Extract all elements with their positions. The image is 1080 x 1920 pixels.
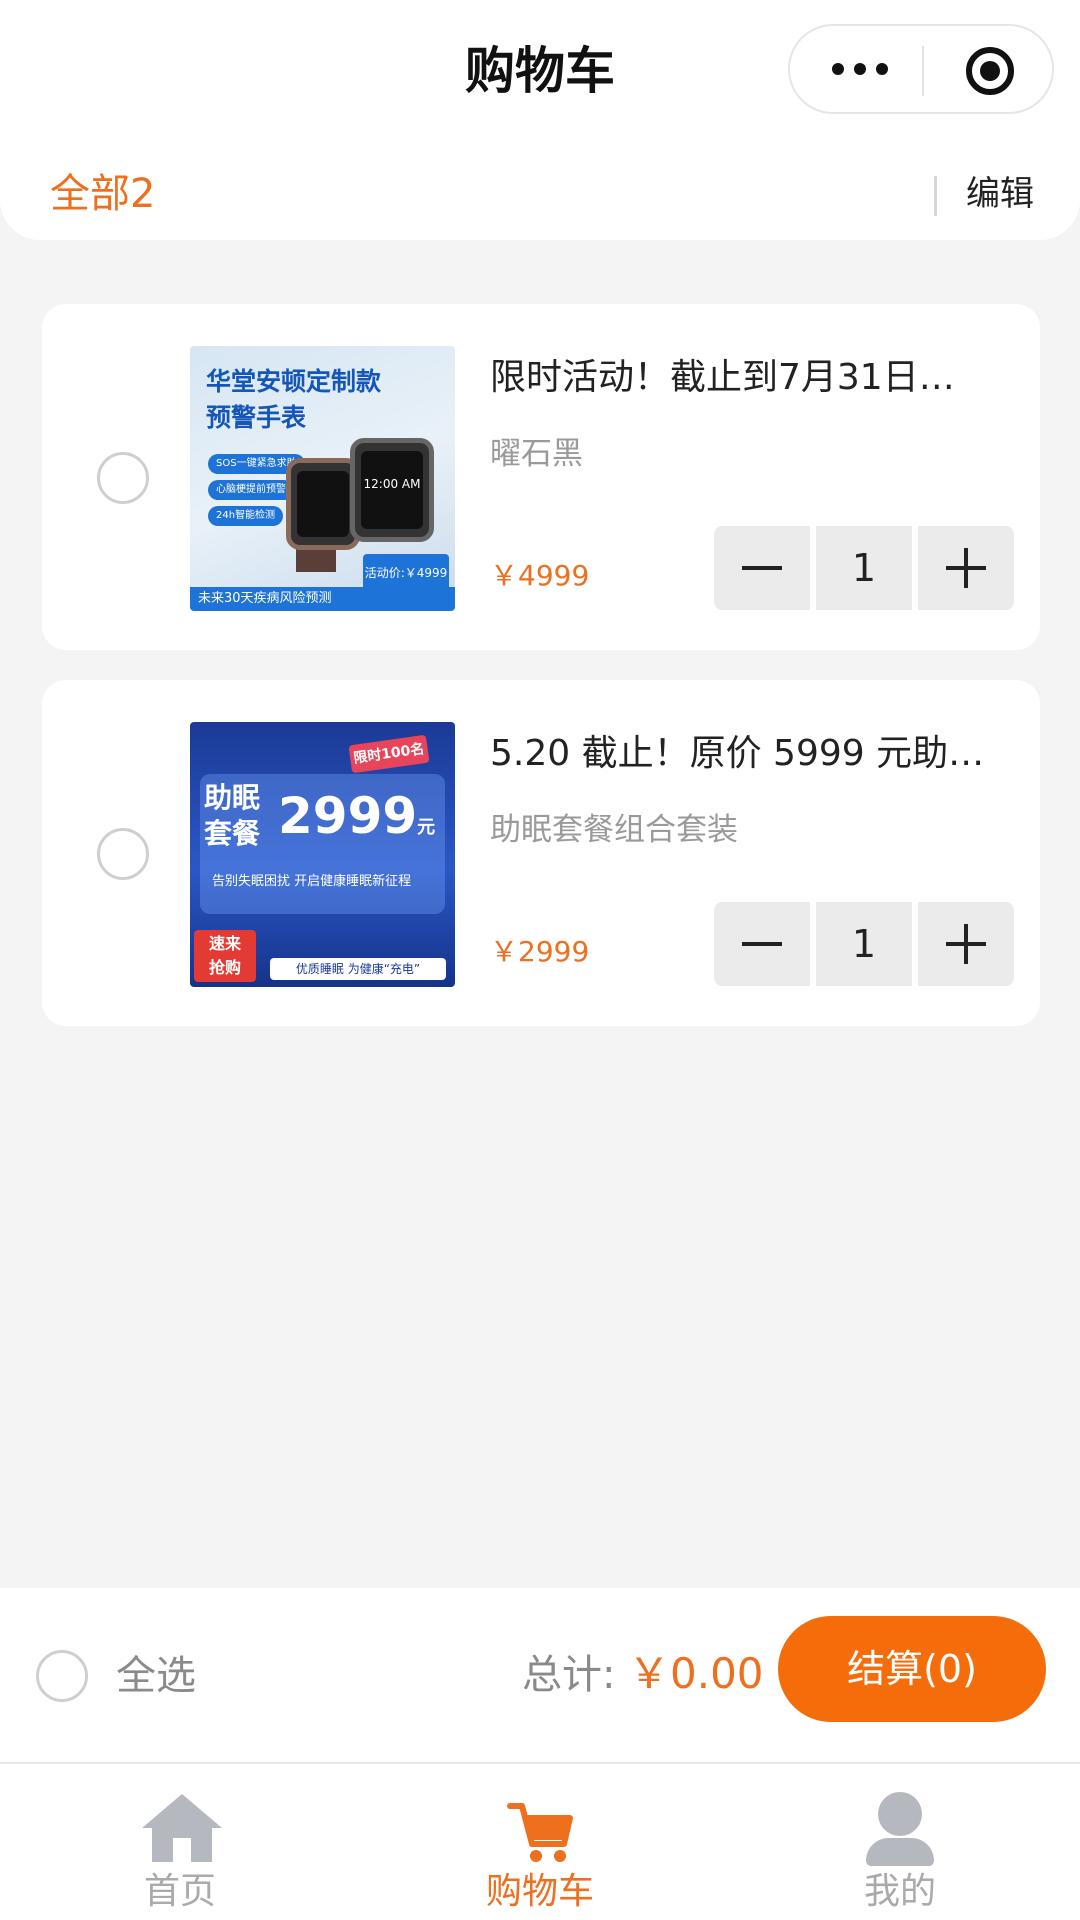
user-icon-body [866, 1838, 934, 1866]
product-name[interactable]: 限时活动！截止到7月31日… [490, 352, 1010, 404]
image-title: 助眠 套餐 [204, 781, 261, 850]
image-chip: 心脑梗提前预警 [208, 480, 294, 500]
header: 购物车 全部2 编辑 [0, 0, 1080, 240]
product-spec: 曜石黑 [490, 436, 583, 472]
miniprogram-capsule [788, 24, 1054, 114]
quantity-value[interactable]: 1 [816, 526, 912, 610]
image-headline: 华堂安顿定制款 预警手表 [206, 367, 382, 432]
image-tag: 优质睡眠 为健康“充电” [270, 958, 446, 980]
edit-divider [934, 176, 937, 216]
cart-icon [507, 1803, 573, 1862]
more-menu-icon[interactable] [832, 54, 888, 84]
quantity-value[interactable]: 1 [816, 902, 912, 986]
image-ribbon: 限时100名 [348, 734, 430, 774]
select-all-radio[interactable] [36, 1650, 88, 1702]
product-name[interactable]: 5.20 截止！原价 5999 元助… [490, 728, 1010, 780]
quantity-stepper: 1 [714, 902, 1014, 986]
image-footer: 未来30天疾病风险预测 [190, 587, 455, 611]
cart-item: 限时100名 助眠 套餐 2999元 告别失眠困扰 开启健康睡眠新征程 速来 抢购 … [42, 680, 1040, 1026]
home-icon [142, 1794, 222, 1828]
total-label: 总计: [522, 1652, 616, 1698]
increase-button[interactable] [918, 526, 1014, 610]
product-image[interactable]: 限时100名 助眠 套餐 2999元 告别失眠困扰 开启健康睡眠新征程 速来 抢购 … [190, 722, 455, 987]
product-price: ￥2999 [490, 935, 590, 968]
tab-label: 首页 [143, 1871, 216, 1912]
quantity-stepper: 1 [714, 526, 1014, 610]
checkout-button[interactable]: 结算(0) [778, 1616, 1046, 1722]
product-spec: 助眠套餐组合套装 [490, 812, 738, 848]
product-image[interactable]: 华堂安顿定制款 预警手表 SOS一键紧急求助 心脑梗提前预警 24h智能检测 12… [190, 346, 455, 611]
image-number: 2999元 [278, 787, 436, 845]
select-all-label[interactable]: 全选 [116, 1650, 196, 1702]
checkout-bar: 全选 总计: ￥0.00 结算(0) [0, 1588, 1080, 1762]
increase-button[interactable] [918, 902, 1014, 986]
image-chip: 24h智能检测 [208, 506, 284, 526]
image-badge: 速来 抢购 [194, 930, 256, 982]
edit-button[interactable]: 编辑 [966, 170, 1034, 218]
user-icon [878, 1792, 922, 1836]
decrease-button[interactable] [714, 902, 810, 986]
cart-item: 华堂安顿定制款 预警手表 SOS一键紧急求助 心脑梗提前预警 24h智能检测 12… [42, 304, 1040, 650]
tab-bar: 首页 购物车 我的 [0, 1762, 1080, 1920]
decrease-button[interactable] [714, 526, 810, 610]
watch-image-left [286, 458, 360, 550]
item-select-radio[interactable] [97, 452, 149, 504]
tab-label: 我的 [863, 1871, 936, 1912]
total-amount: ￥0.00 [628, 1649, 764, 1698]
product-price: ￥4999 [490, 559, 590, 592]
capsule-divider [922, 46, 924, 96]
filter-all-tab[interactable]: 全部2 [50, 168, 155, 220]
item-select-radio[interactable] [97, 828, 149, 880]
home-icon-body [152, 1826, 212, 1862]
close-target-icon[interactable] [966, 47, 1014, 95]
watch-image-right: 12:00 AM [350, 438, 434, 542]
tab-label: 购物车 [485, 1871, 594, 1912]
image-subtitle: 告别失眠困扰 开启健康睡眠新征程 [212, 874, 412, 889]
